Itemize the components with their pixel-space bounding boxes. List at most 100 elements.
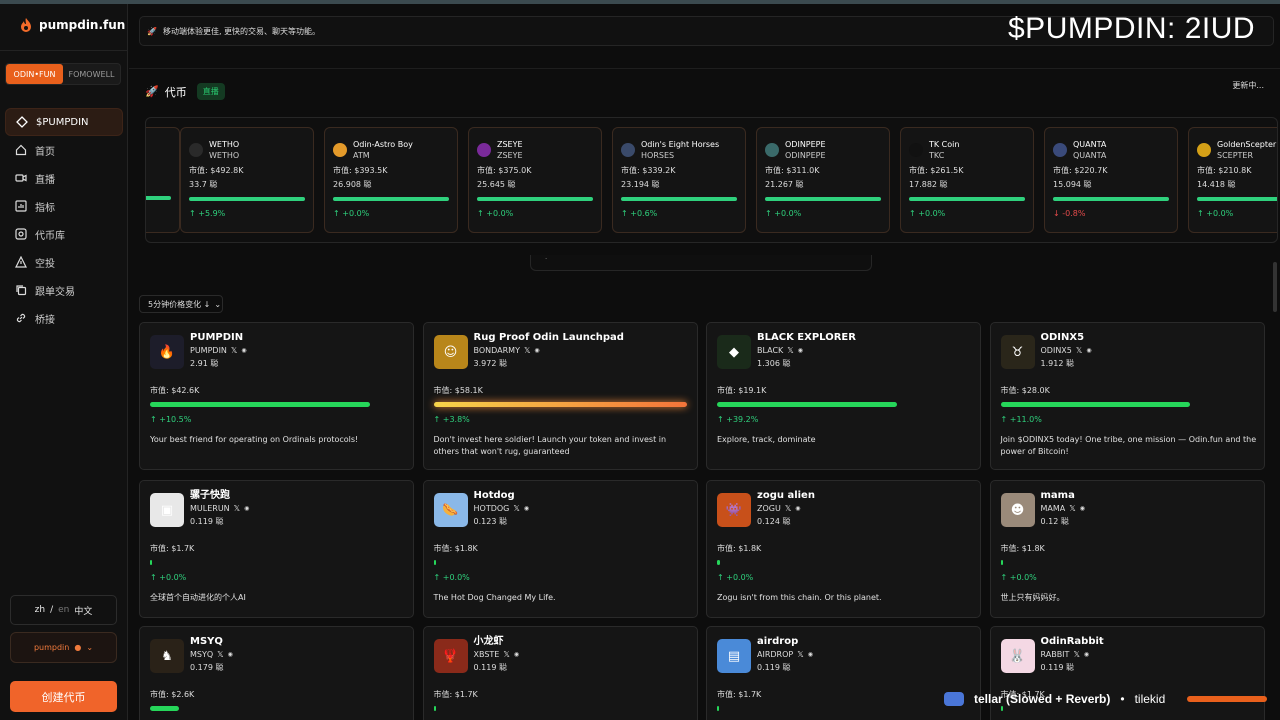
trending-carousel[interactable]: WETHO WETHO 市值: $492.8K 33.7 聪 ↑ +5.9% Odin-A… xyxy=(145,117,1278,243)
x-social-icon[interactable]: 𝕏 xyxy=(513,502,519,515)
token-card[interactable]: 🦞小龙虾XBSTE𝕏◉0.119 聪市值: $1.7K↑ +0.0% xyxy=(422,626,698,720)
carousel-card[interactable]: QUANTA QUANTA 市值: $220.7K 15.094 聪 ↓ -0.8% xyxy=(1044,127,1178,233)
airdrop-icon xyxy=(15,256,27,268)
globe-icon[interactable]: ◉ xyxy=(244,502,249,515)
price-change: ↑ +3.8% xyxy=(434,415,687,424)
token-card[interactable]: ▣ 骡子快跑 MULERUN 𝕏 ◉ 0.119 聪市值: $1.7K ↑ +0.0% 全球首… xyxy=(139,480,414,618)
bonding-progress-fill xyxy=(150,560,152,565)
globe-icon[interactable]: ◉ xyxy=(241,344,246,357)
globe-icon[interactable]: ◉ xyxy=(534,344,539,357)
market-cap-bar xyxy=(1053,197,1169,201)
arrow-up-icon: ↑ xyxy=(150,415,160,424)
carousel-card[interactable]: ZSEYE ZSEYE 市值: $375.0K 25.645 聪 ↑ +0.0% xyxy=(468,127,602,233)
token-card[interactable]: 🌭 Hotdog HOTDOG 𝕏 ◉ 0.123 聪市值: $1.8K ↑ +0.0% Th… xyxy=(422,480,698,618)
carousel-card[interactable]: GoldenScepter SCEPTER 市值: $210.8K 14.418 聪 ↑… xyxy=(1188,127,1277,233)
globe-icon[interactable]: ◉ xyxy=(1084,648,1089,661)
lang-zh[interactable]: zh xyxy=(35,605,45,615)
tab-fomowell[interactable]: FOMOWELL xyxy=(63,64,120,84)
token-icon xyxy=(621,143,635,157)
arrow-icon: ↑ xyxy=(477,209,487,218)
globe-icon[interactable]: ◉ xyxy=(228,648,233,661)
carousel-scroll-track[interactable]: · xyxy=(530,255,872,271)
x-social-icon[interactable]: 𝕏 xyxy=(217,648,223,661)
token-icon xyxy=(477,143,491,157)
language-switch[interactable]: zh / en 中文 xyxy=(10,595,117,625)
x-social-icon[interactable]: 𝕏 xyxy=(787,344,793,357)
globe-icon[interactable]: ◉ xyxy=(1080,502,1085,515)
sidebar-item-copy-trading[interactable]: 跟单交易 xyxy=(5,276,123,304)
sidebar-item-airdrop[interactable]: 空投 xyxy=(5,248,123,276)
sort-dropdown[interactable]: 5分钟价格变化 ↓ ⌄ xyxy=(139,295,223,313)
holders: 0.179 聪 xyxy=(190,663,224,672)
sidebar-item-bridge[interactable]: 桥接 xyxy=(5,304,123,332)
x-social-icon[interactable]: 𝕏 xyxy=(524,344,530,357)
token-image: ☻ xyxy=(1000,493,1035,527)
bonding-progress-fill xyxy=(150,402,370,407)
token-card[interactable]: ▤airdropAIRDROP𝕏◉0.119 聪市值: $1.7K↑ +0.0% xyxy=(706,626,981,720)
sidebar-item-token-library[interactable]: 代币库 xyxy=(5,220,123,248)
x-social-icon[interactable]: 𝕏 xyxy=(797,648,803,661)
globe-icon[interactable]: ◉ xyxy=(798,344,803,357)
market-cap: 市值: $19.1K xyxy=(717,386,767,395)
bonding-progress-bar xyxy=(150,560,370,565)
main-content: 🚀 移动端体验更佳, 更快的交易、聊天等功能。 🚀 代币 直播 更新中... W… xyxy=(129,4,1280,720)
token-icon xyxy=(1197,143,1211,157)
sidebar-item-label: 空投 xyxy=(35,258,55,270)
token-ticker: QUANTA xyxy=(1073,151,1107,160)
carousel-card[interactable]: ODINPEPE ODINPEPE 市值: $311.0K 21.267 聪 ↑ +0.… xyxy=(756,127,890,233)
globe-icon[interactable]: ◉ xyxy=(524,502,529,515)
x-social-icon[interactable]: 𝕏 xyxy=(234,502,240,515)
token-card[interactable]: ♉ ODINX5 ODINX5 𝕏 ◉ 1.912 聪市值: $28.0K ↑ +11.0%… xyxy=(989,322,1265,470)
x-social-icon[interactable]: 𝕏 xyxy=(1073,648,1079,661)
carousel-card[interactable]: TK Coin TKC 市值: $261.5K 17.882 聪 ↑ +0.0% xyxy=(900,127,1034,233)
sidebar-item-pumpdin[interactable]: $PUMPDIN xyxy=(5,108,123,136)
sidebar-item-live[interactable]: 直播 xyxy=(5,164,123,192)
market-cap-bar xyxy=(189,197,305,201)
token-name: Hotdog xyxy=(473,490,515,501)
carousel-card[interactable]: WETHO WETHO 市值: $492.8K 33.7 聪 ↑ +5.9% xyxy=(180,127,314,233)
bonding-progress-bar xyxy=(433,402,687,407)
sidebar-item-home[interactable]: 首页 xyxy=(5,136,123,164)
token-image: ☺ xyxy=(433,335,468,369)
market-cap: 市值: $393.5K xyxy=(333,166,388,175)
token-info: ODINX5 ODINX5 𝕏 ◉ 1.912 聪 xyxy=(1041,331,1092,370)
create-token-button[interactable]: 创建代币 xyxy=(10,681,117,712)
carousel-card[interactable]: Odin-Astro Boy ATM 市值: $393.5K 26.908 聪 ↑ +0… xyxy=(324,127,458,233)
carousel-card[interactable]: Odin's Eight Horses HORSES 市值: $339.2K 23.1… xyxy=(612,127,746,233)
page-scrollbar[interactable] xyxy=(1273,262,1277,312)
logo[interactable]: pumpdin.fun xyxy=(20,18,125,32)
carousel-card-partial[interactable] xyxy=(146,127,180,233)
token-image: 🦞 xyxy=(433,639,468,673)
token-card[interactable]: ◆ BLACK EXPLORER BLACK 𝕏 ◉ 1.306 聪市值: $19.1K ↑… xyxy=(706,322,981,470)
x-social-icon[interactable]: 𝕏 xyxy=(785,502,791,515)
globe-icon[interactable]: ◉ xyxy=(1086,344,1091,357)
tab-odin-fun[interactable]: ODIN•FUN xyxy=(6,64,63,84)
token-name: BLACK EXPLORER xyxy=(757,332,856,343)
lang-current-label: 中文 xyxy=(74,606,93,617)
holders: 0.119 聪 xyxy=(757,663,791,672)
diamond-icon xyxy=(16,116,28,128)
lang-en[interactable]: en xyxy=(58,605,69,615)
token-card[interactable]: 🔥 PUMPDIN PUMPDIN 𝕏 ◉ 2.91 聪市值: $42.6K ↑ +10.5… xyxy=(139,322,414,470)
token-card[interactable]: ♞MSYQMSYQ𝕏◉0.179 聪市值: $2.6K↑ +0.0% xyxy=(139,626,414,720)
price-change-value: +0.0% xyxy=(774,209,802,218)
market-cap: 市值: $42.6K xyxy=(150,386,200,395)
token-card[interactable]: ☻ mama MAMA 𝕏 ◉ 0.12 聪市值: $1.8K ↑ +0.0% 世上只有妈妈好… xyxy=(989,480,1265,618)
x-social-icon[interactable]: 𝕏 xyxy=(1076,344,1082,357)
token-card[interactable]: 👾 zogu alien ZOGU 𝕏 ◉ 0.124 聪市值: $1.8K ↑ +0.0%… xyxy=(706,480,981,618)
sidebar-item-metrics[interactable]: 指标 xyxy=(5,192,123,220)
price-change-value: +0.0% xyxy=(1206,209,1234,218)
x-social-icon[interactable]: 𝕏 xyxy=(231,344,237,357)
x-social-icon[interactable]: 𝕏 xyxy=(503,648,509,661)
bonding-progress-bar xyxy=(717,560,937,565)
holders: 21.267 聪 xyxy=(765,180,804,189)
section-title: 代币 xyxy=(164,85,187,99)
x-social-icon[interactable]: 𝕏 xyxy=(1069,502,1075,515)
token-card[interactable]: ☺ Rug Proof Odin Launchpad BONDARMY 𝕏 ◉ 3.972… xyxy=(422,322,698,470)
user-menu-button[interactable]: pumpdin ● ⌄ xyxy=(10,632,117,663)
token-ticker-row: AIRDROP 𝕏 ◉ xyxy=(757,648,813,661)
globe-icon[interactable]: ◉ xyxy=(514,648,519,661)
globe-icon[interactable]: ◉ xyxy=(808,648,813,661)
sidebar: pumpdin.fun ODIN•FUN FOMOWELL $PUMPDIN 首… xyxy=(0,4,128,720)
globe-icon[interactable]: ◉ xyxy=(795,502,800,515)
